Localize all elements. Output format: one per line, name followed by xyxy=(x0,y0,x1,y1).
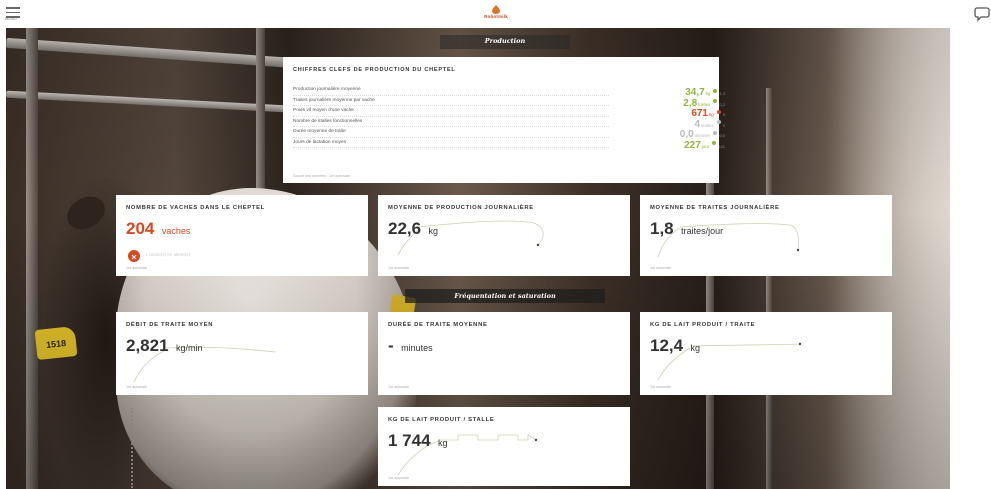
key-figure-value: 227jour 121 xyxy=(635,135,725,153)
key-figure-row: Durée moyenne de traite 0,0minutes 0,0 xyxy=(293,127,725,140)
card-value: 1,8 traites/jour xyxy=(650,219,723,239)
key-figure-delta: 121 xyxy=(718,143,725,149)
sparkline-endpoint xyxy=(796,248,800,252)
sparkline-endpoint xyxy=(534,438,538,442)
card-value-unit: minutes xyxy=(401,343,433,353)
card-value-number: 1 744 xyxy=(388,431,431,450)
card-value-unit: kg/min xyxy=(176,343,203,353)
card-value-number: - xyxy=(388,336,394,355)
key-figure-row: Nombre de stalles fonctionnelles 4stalles… xyxy=(293,117,725,130)
key-figure-label: Traites journalière moyenne par vache xyxy=(293,97,375,103)
chat-bubble-icon xyxy=(974,7,990,22)
alert-text: 1 vache(s) en alerte(s) xyxy=(145,252,191,257)
card-value-number: 12,4 xyxy=(650,336,684,355)
card-value-unit: kg xyxy=(428,226,439,236)
chat-button[interactable] xyxy=(974,6,990,22)
card-value: 1 744 kg xyxy=(388,431,448,451)
card-value-number: 1,8 xyxy=(650,219,674,238)
card-kg-par-stalle[interactable]: KG DE LAIT PRODUIT / STALLE 1 744 kg 1re… xyxy=(378,407,630,486)
key-figure-row: Poids vif moyen d'une vache 671kg 5 xyxy=(293,106,725,119)
section-title-production: Production xyxy=(440,35,570,49)
card-value-number: 22,6 xyxy=(388,219,422,238)
card-title: DURÉE DE TRAITE MOYENNE xyxy=(388,322,488,328)
alert-row[interactable]: 1 vache(s) en alerte(s) xyxy=(128,250,258,262)
card-value: 2,821 kg/min xyxy=(126,336,203,356)
key-figures-source: Source des données : 1re automate xyxy=(293,174,351,178)
trend-dot-icon xyxy=(712,141,717,146)
card-duree-traite[interactable]: DURÉE DE TRAITE MOYENNE - minutes 1re au… xyxy=(378,312,630,395)
key-figures-title: CHIFFRES CLEFS DE PRODUCTION DU CHEPTEL xyxy=(293,67,456,73)
app-logo[interactable]: Robotmilk xyxy=(478,5,514,25)
card-moyenne-traites[interactable]: MOYENNE DE TRAITES JOURNALIÈRE 1,8 trait… xyxy=(640,195,892,276)
key-figure-unit: jour xyxy=(701,143,710,149)
card-debit-traite[interactable]: DÉBIT DE TRAITE MOYEN 2,821 kg/min 1re a… xyxy=(116,312,368,395)
key-figure-row: Jours de lactation moyen 227jour 121 xyxy=(293,138,725,151)
card-value-number: 2,821 xyxy=(126,336,169,355)
sparkline-endpoint xyxy=(798,342,802,346)
key-figure-row: Production journalière moyenne 34,7kg 1,3 xyxy=(293,85,725,98)
card-value: 22,6 kg xyxy=(388,219,438,239)
card-value-unit: vaches xyxy=(161,226,191,236)
card-value: - minutes xyxy=(388,336,433,356)
key-figure-label: Poids vif moyen d'une vache xyxy=(293,108,354,113)
top-bar: MENU Robotmilk xyxy=(0,0,991,28)
sparkline-endpoint xyxy=(536,243,540,247)
card-value: 204 vaches xyxy=(126,219,190,239)
key-figure-label: Nombre de stalles fonctionnelles xyxy=(293,118,363,124)
card-nombre-vaches[interactable]: NOMBRE DE VACHES DANS LE CHEPTEL 204 vac… xyxy=(116,195,368,276)
card-value-unit: kg xyxy=(438,438,448,448)
key-figure-number: 227 xyxy=(684,139,701,151)
card-source: 1re automate xyxy=(388,385,410,389)
key-figure-label: Durée moyenne de traite xyxy=(293,129,346,134)
logo-drop-icon xyxy=(492,5,500,14)
card-source: 1re automate xyxy=(388,266,410,270)
card-kg-par-traite[interactable]: KG DE LAIT PRODUIT / TRAITE 12,4 kg 1re … xyxy=(640,312,892,395)
card-source: 1re automate xyxy=(650,385,672,389)
hamburger-line xyxy=(6,11,20,13)
card-source: 1re automate xyxy=(388,476,410,480)
key-figure-label: Production journalière moyenne xyxy=(293,87,361,92)
card-source: 1re automate xyxy=(126,385,148,389)
logo-text: Robotmilk xyxy=(484,14,508,19)
hamburger-icon xyxy=(6,7,20,9)
menu-button[interactable]: MENU xyxy=(5,4,20,21)
alert-icon xyxy=(128,250,140,262)
key-figure-row: Traites journalière moyenne par vache 2,8… xyxy=(293,96,725,109)
key-figure-label: Jours de lactation moyen xyxy=(293,139,347,145)
section-title-frequentation: Fréquentation et saturation xyxy=(405,289,605,303)
card-value: 12,4 kg xyxy=(650,336,700,356)
card-value-unit: traites/jour xyxy=(681,226,724,236)
card-title: NOMBRE DE VACHES DANS LE CHEPTEL xyxy=(126,205,265,211)
key-figures-list: Production journalière moyenne 34,7kg 1,3 T… xyxy=(293,85,725,151)
menu-label: MENU xyxy=(5,16,17,21)
card-value-unit: kg xyxy=(690,343,701,353)
card-source: 1re automate xyxy=(126,266,148,270)
card-value-number: 204 xyxy=(126,219,155,238)
card-moyenne-production[interactable]: MOYENNE DE PRODUCTION JOURNALIÈRE 22,6 k… xyxy=(378,195,630,276)
card-source: 1re automate xyxy=(650,266,672,270)
key-figures-panel: CHIFFRES CLEFS DE PRODUCTION DU CHEPTEL … xyxy=(283,57,725,183)
